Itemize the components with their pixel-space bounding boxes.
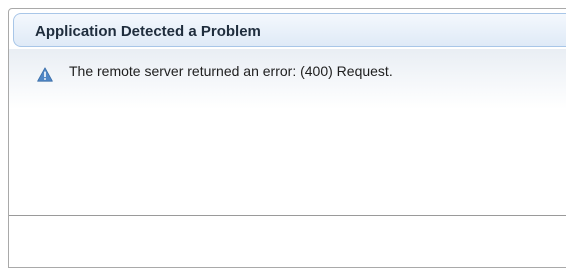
error-message: The remote server returned an error: (40… xyxy=(69,63,393,79)
dialog-footer xyxy=(9,216,566,267)
warning-icon xyxy=(37,67,53,82)
dialog-title-bar[interactable]: Application Detected a Problem xyxy=(13,13,566,47)
message-area: The remote server returned an error: (40… xyxy=(9,49,566,215)
error-dialog: Application Detected a Problem The remot… xyxy=(8,8,566,268)
dialog-title: Application Detected a Problem xyxy=(35,23,261,40)
